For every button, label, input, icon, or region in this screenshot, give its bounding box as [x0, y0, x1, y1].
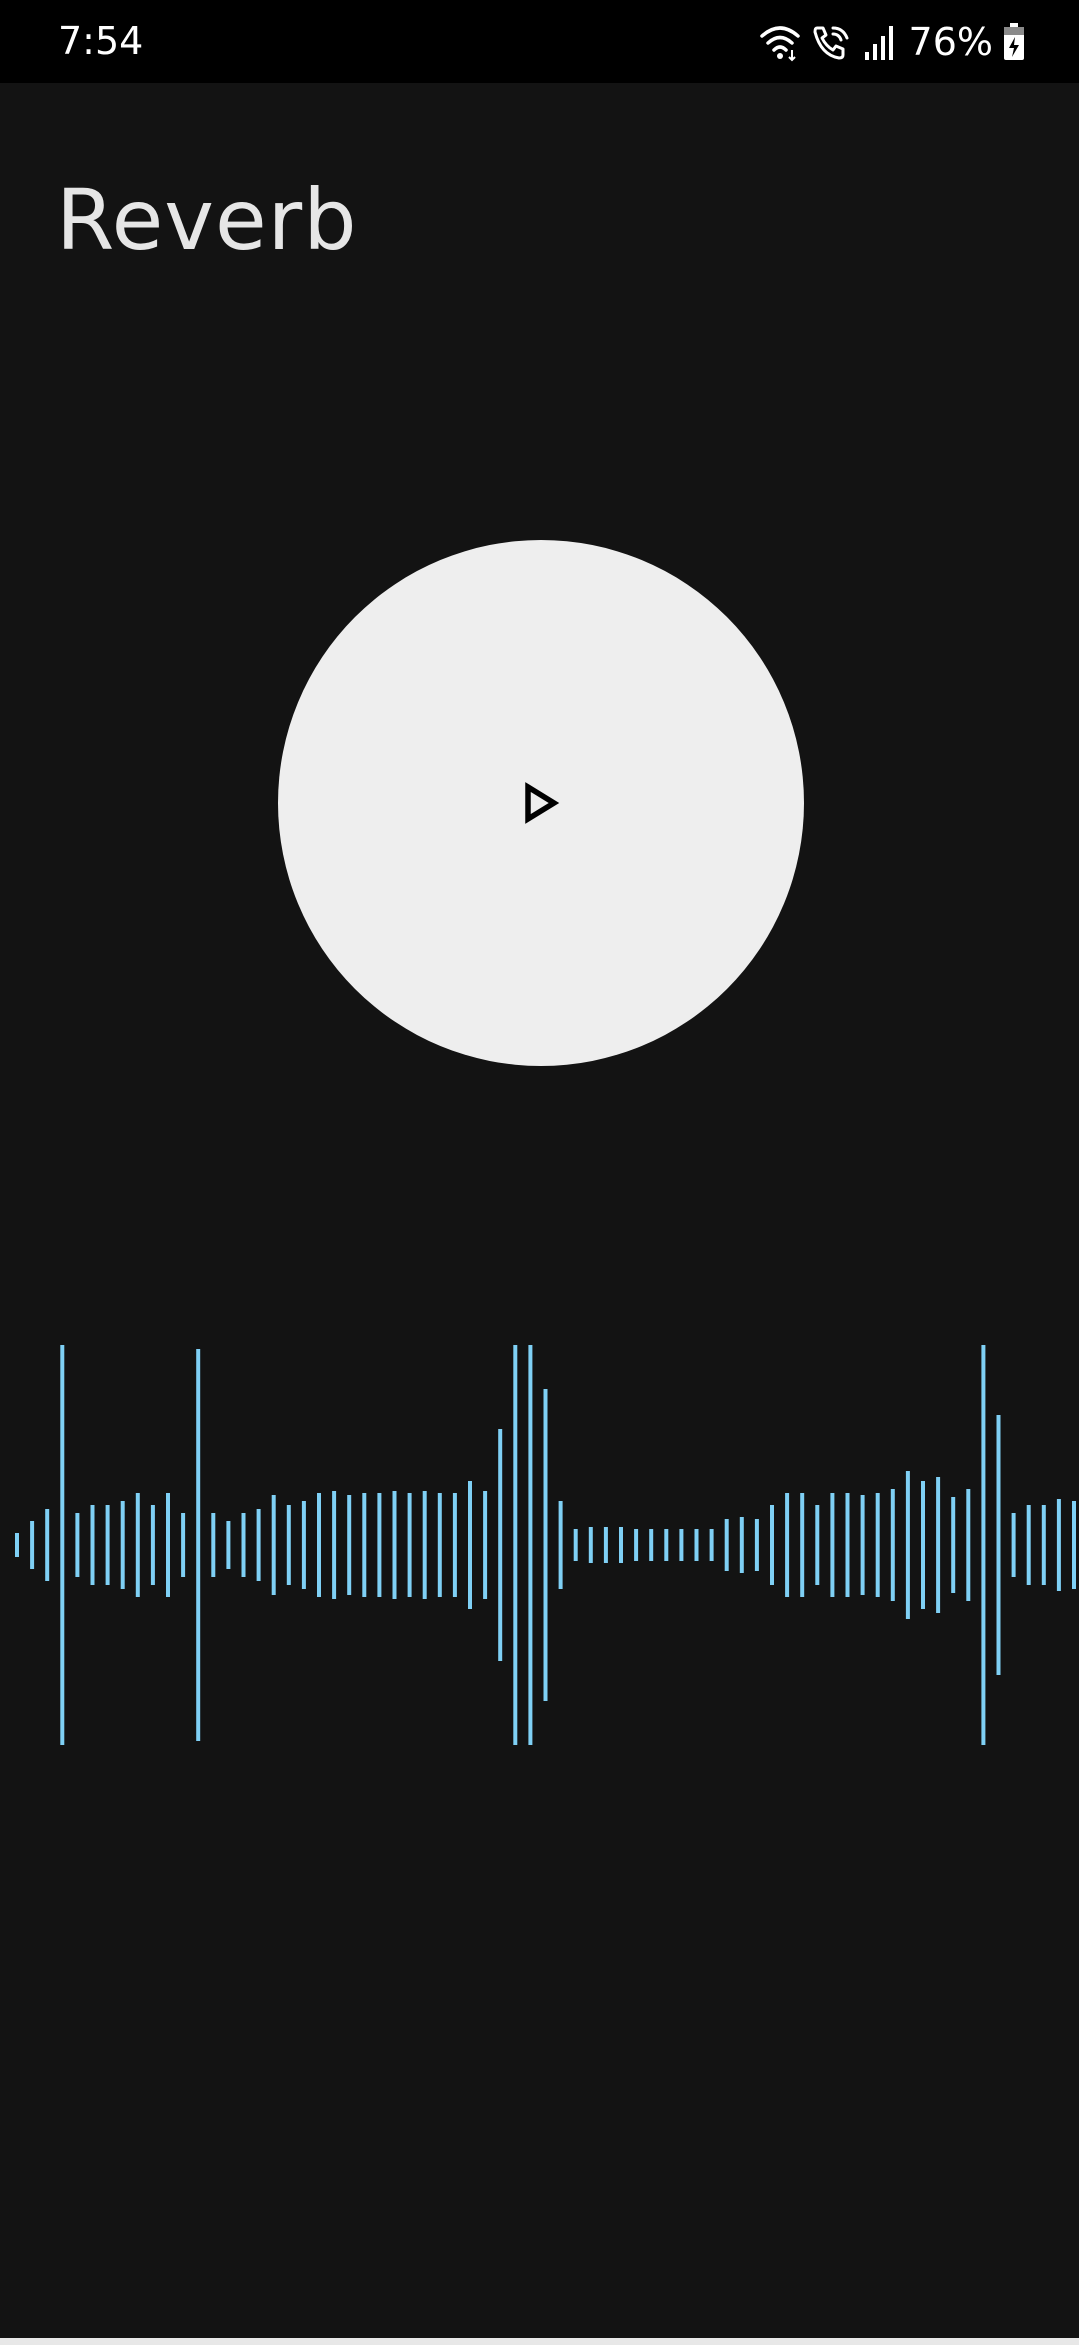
- battery-percent: 76%: [908, 20, 993, 64]
- bottom-divider: [0, 2338, 1079, 2345]
- battery-charging-icon: [1004, 23, 1024, 60]
- audio-waveform: [15, 1345, 1076, 1745]
- play-outline-icon: [525, 782, 560, 824]
- status-icons: 76%: [759, 14, 1025, 70]
- status-time: 7:54: [58, 19, 144, 63]
- signal-icon: [864, 26, 893, 60]
- wifi-icon: [759, 26, 800, 62]
- play-button[interactable]: [278, 540, 804, 1066]
- status-bar: 7:54 76%: [0, 0, 1079, 83]
- page-title: Reverb: [56, 171, 358, 269]
- wifi-calling-icon: [813, 26, 849, 60]
